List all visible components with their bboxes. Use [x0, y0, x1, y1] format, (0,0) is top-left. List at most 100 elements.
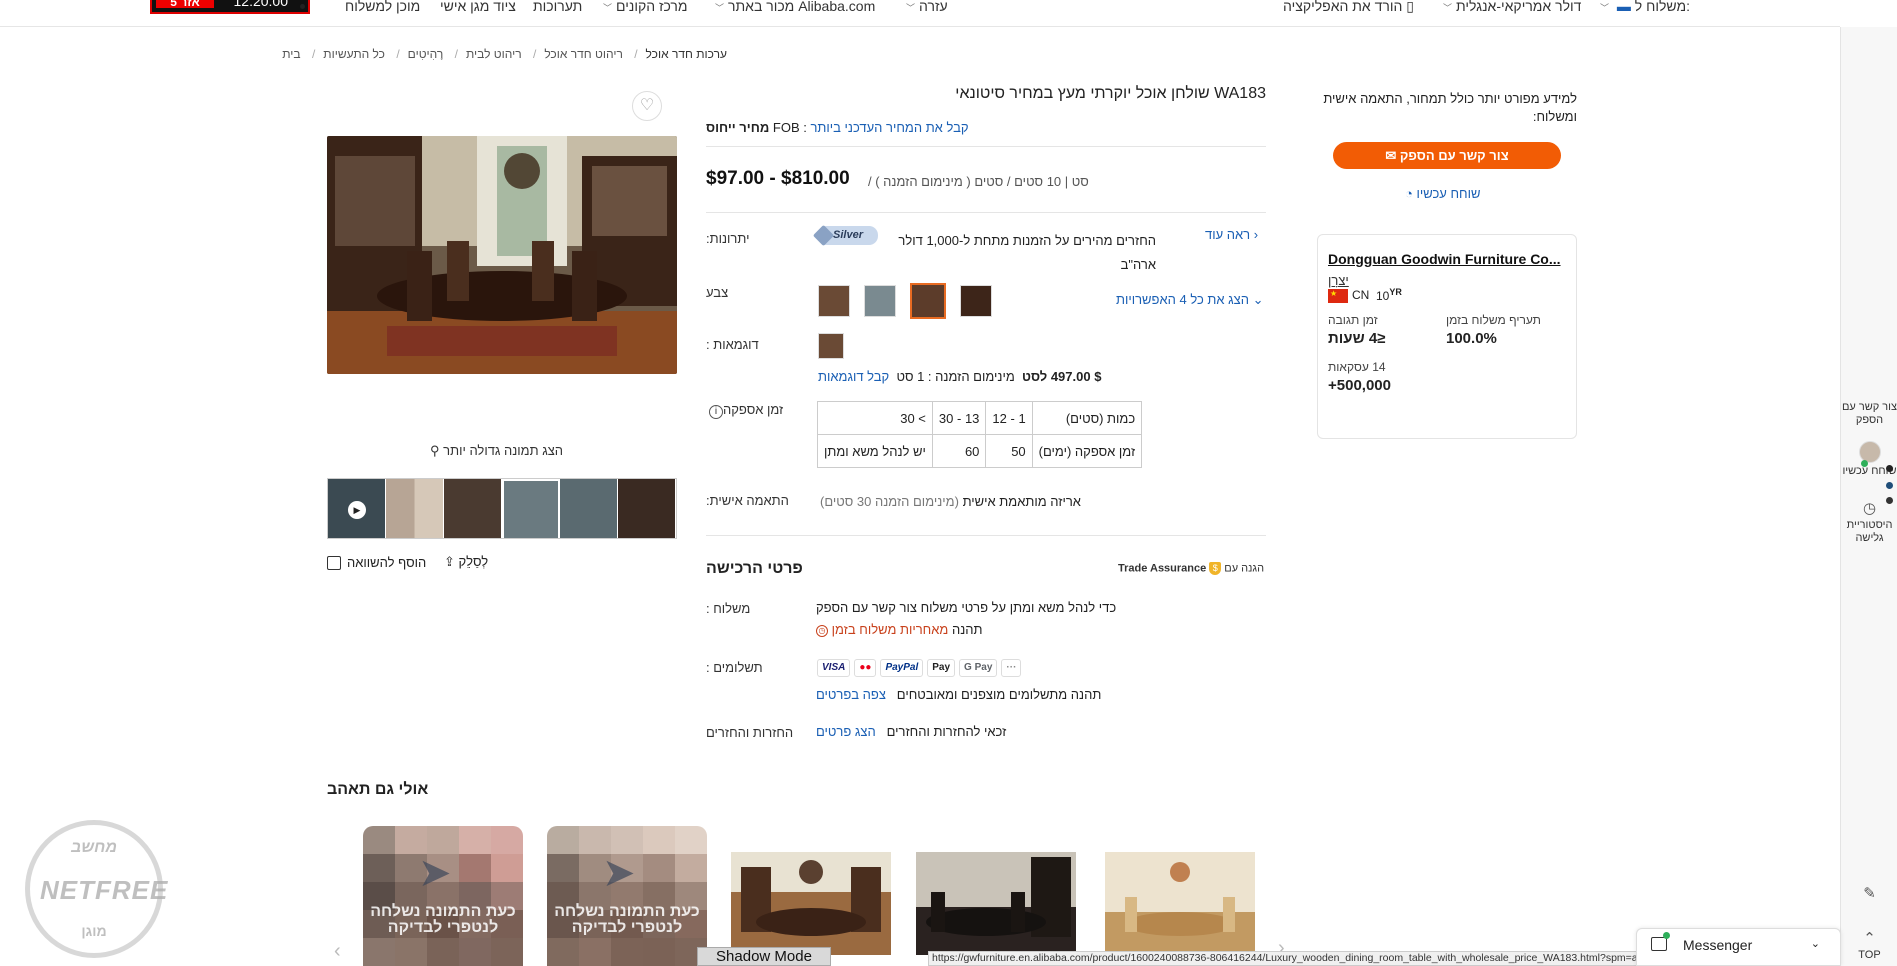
contact-prompt: למידע מפורט יותר כולל תמחור, התאמה אישית… — [1323, 91, 1577, 124]
thumbnail[interactable] — [501, 479, 560, 538]
nav-ready-to-ship[interactable]: מוכן למשלוח — [345, 0, 420, 14]
edit-icon: ✎ — [1863, 885, 1876, 902]
zoom-link[interactable]: ⚲ הצג תמונה גדולה יותר — [430, 443, 563, 459]
mastercard-icon: ●● — [854, 659, 877, 677]
breadcrumb-item[interactable]: רָהִיטִים — [408, 47, 444, 61]
dot — [1886, 465, 1893, 472]
product-main-image[interactable] — [327, 136, 677, 374]
thumbnail[interactable] — [560, 479, 618, 538]
video-thumbnail[interactable]: ▶ — [328, 479, 386, 538]
heart-icon[interactable]: ♡ — [632, 91, 662, 121]
advantages-label: יתרונות: — [706, 231, 750, 246]
search-icon: ⚲ — [430, 443, 440, 458]
nav-help[interactable]: ﹀ עזרה — [906, 0, 948, 14]
payments-details-link[interactable]: צפה בפרטים — [816, 687, 886, 702]
stat-value: 100.0% — [1446, 330, 1497, 347]
breadcrumb-item[interactable]: ריהוט חדר אוכל — [544, 47, 623, 61]
lead-time-table: כמות (סטים) 1 - 12 13 - 30 > 30 זמן אספק… — [817, 401, 1143, 468]
color-option-selected[interactable] — [910, 283, 946, 319]
table-cell: 60 — [931, 434, 987, 468]
shipping-text: כדי לנהל משא ומתן על פרטי משלוח — [920, 600, 1117, 615]
compare-checkbox[interactable] — [327, 555, 341, 570]
top-nav: 5 אזר 12:20:00 מוכן למשלוח ציוד מגן אישי… — [0, 0, 1840, 27]
info-icon[interactable]: i — [709, 405, 723, 419]
nav-buyer-center[interactable]: ﹀ מרכז הקונים — [603, 0, 688, 14]
stamp-mid-text: NETFREE — [40, 875, 169, 905]
blocked-product-card[interactable]: ➤ כעת התמונה נשלחה לנטפרי לבדיקה — [363, 826, 523, 966]
product-card[interactable] — [731, 852, 891, 955]
price-range: $97.00 - $810.00 — [706, 168, 850, 189]
guarantee-text[interactable]: מאחריות משלוח בזמן — [832, 622, 949, 637]
sample-thumbnail[interactable] — [818, 333, 844, 359]
table-row: כמות (סטים) 1 - 12 13 - 30 > 30 — [817, 401, 1143, 435]
get-samples-link[interactable]: קבל דוגמאות — [818, 369, 889, 384]
thumbnail[interactable] — [617, 479, 676, 538]
nav-sell[interactable]: ﹀ מכור באתר Alibaba.com — [715, 0, 875, 14]
shadow-mode-indicator[interactable]: Shadow Mode — [697, 947, 831, 966]
product-card[interactable] — [1105, 852, 1255, 955]
color-option[interactable] — [960, 285, 992, 317]
see-more-link[interactable]: ראה עוד › — [1205, 227, 1258, 242]
countdown-banner[interactable]: 5 אזר 12:20:00 — [150, 0, 310, 14]
share-button[interactable]: ⇪ לְסַלֵק — [444, 554, 488, 570]
add-to-compare[interactable]: הוסף להשוואה — [327, 555, 426, 570]
returns-line: זכאי להחזרות והחזרים הצג פרטים — [816, 724, 1006, 739]
breadcrumb-item[interactable]: כל התעשיות — [323, 47, 385, 61]
show-all-options[interactable]: הצג את כל 4 האפשרויות ⌄ — [1116, 292, 1264, 308]
thumbnail-strip: ▶ — [327, 478, 677, 539]
silver-badge: Silver — [818, 226, 878, 245]
blocked-product-card[interactable]: ➤ כעת התמונה נשלחה לנטפרי לבדיקה — [547, 826, 707, 966]
supplier-name[interactable]: Dongguan Goodwin Furniture Co... — [1328, 251, 1561, 267]
google-pay-icon: G Pay — [959, 659, 998, 677]
nav-download-app[interactable]: הורד את האפליקציה ▯ — [1283, 0, 1414, 15]
supplier-type: יַצרָן — [1328, 273, 1349, 288]
carousel-prev-icon[interactable]: ‹ — [334, 940, 341, 963]
trade-assurance-label: Trade Assurance — [1118, 562, 1207, 575]
nav-currency-language[interactable]: ﹀ דולר אמריקאי-אנגלית — [1443, 0, 1581, 14]
product-card[interactable] — [916, 852, 1076, 955]
breadcrumb-item[interactable]: ריהוט לבית — [466, 47, 522, 61]
stat-label: 14 עסקאות — [1328, 360, 1386, 374]
table-cell: > 30 — [817, 401, 933, 435]
years-suffix: YR — [1389, 287, 1402, 297]
nav-ship-to[interactable]: ﹀ ▬ משלוח ל: — [1600, 0, 1690, 14]
chevron-down-icon: ⌄ — [1810, 938, 1820, 950]
blurred-image — [363, 826, 523, 966]
sidebar-history[interactable]: ◷ היסטוריית גלישה — [1841, 501, 1897, 545]
more-payments-icon[interactable]: ··· — [1001, 659, 1022, 677]
thumbnail[interactable] — [443, 479, 502, 538]
apple-pay-icon: Pay — [927, 659, 956, 677]
separator-dot — [300, 4, 305, 9]
share-icon: ⇪ — [444, 554, 455, 569]
sidebar-history-label: היסטוריית גלישה — [1846, 519, 1893, 544]
latest-price-link[interactable]: קבל את המחיר העדכני ביותר — [810, 120, 968, 135]
online-dot — [1861, 460, 1868, 467]
breadcrumb-item[interactable]: בית — [282, 47, 300, 61]
chat-now-link[interactable]: ◔ שוחח עכשיו — [1405, 186, 1480, 201]
flag-icon: ▬ — [1616, 0, 1631, 14]
returns-details-link[interactable]: הצג פרטים — [816, 724, 876, 739]
trade-assurance-badge[interactable]: Trade Assurance $ הגנה עם — [1118, 562, 1264, 575]
color-option[interactable] — [818, 285, 850, 317]
paper-plane-icon: ➤ — [418, 851, 452, 895]
sidebar-feedback[interactable]: ✎ — [1841, 885, 1897, 904]
sidebar-contact-supplier[interactable]: צור קשר עם הספק — [1841, 401, 1897, 427]
stat-label: זמן תגובה — [1328, 313, 1378, 327]
dot — [1886, 482, 1893, 489]
sidebar-chat[interactable]: שוחח עכשיו — [1841, 441, 1897, 478]
sidebar-top[interactable]: ⌃ TOP — [1841, 931, 1897, 962]
nav-trade-shows[interactable]: תערוכות — [533, 0, 582, 14]
nav-personal-protective[interactable]: ציוד מגן אישי — [440, 0, 516, 14]
product-title: WA183 שולחן אוכל יוקרתי מעץ במחיר סיטונא… — [955, 85, 1266, 102]
returns-text: זכאי להחזרות והחזרים — [886, 724, 1007, 739]
contact-button-label: צור קשר עם הספק — [1399, 148, 1509, 163]
shield-icon: $ — [1209, 562, 1222, 575]
divider — [706, 535, 1266, 536]
color-option[interactable] — [864, 285, 896, 317]
contact-supplier-button[interactable]: ✉ צור קשר עם הספק — [1333, 142, 1561, 169]
messenger-widget[interactable]: Messenger ⌄ — [1636, 928, 1841, 966]
table-cell: זמן אספקה (ימים) — [1031, 434, 1143, 468]
thumbnail[interactable] — [385, 479, 444, 538]
contact-supplier-link[interactable]: צור קשר עם הספק — [816, 600, 917, 615]
breadcrumb-item[interactable]: ערכות חדר אוכל — [646, 47, 727, 61]
